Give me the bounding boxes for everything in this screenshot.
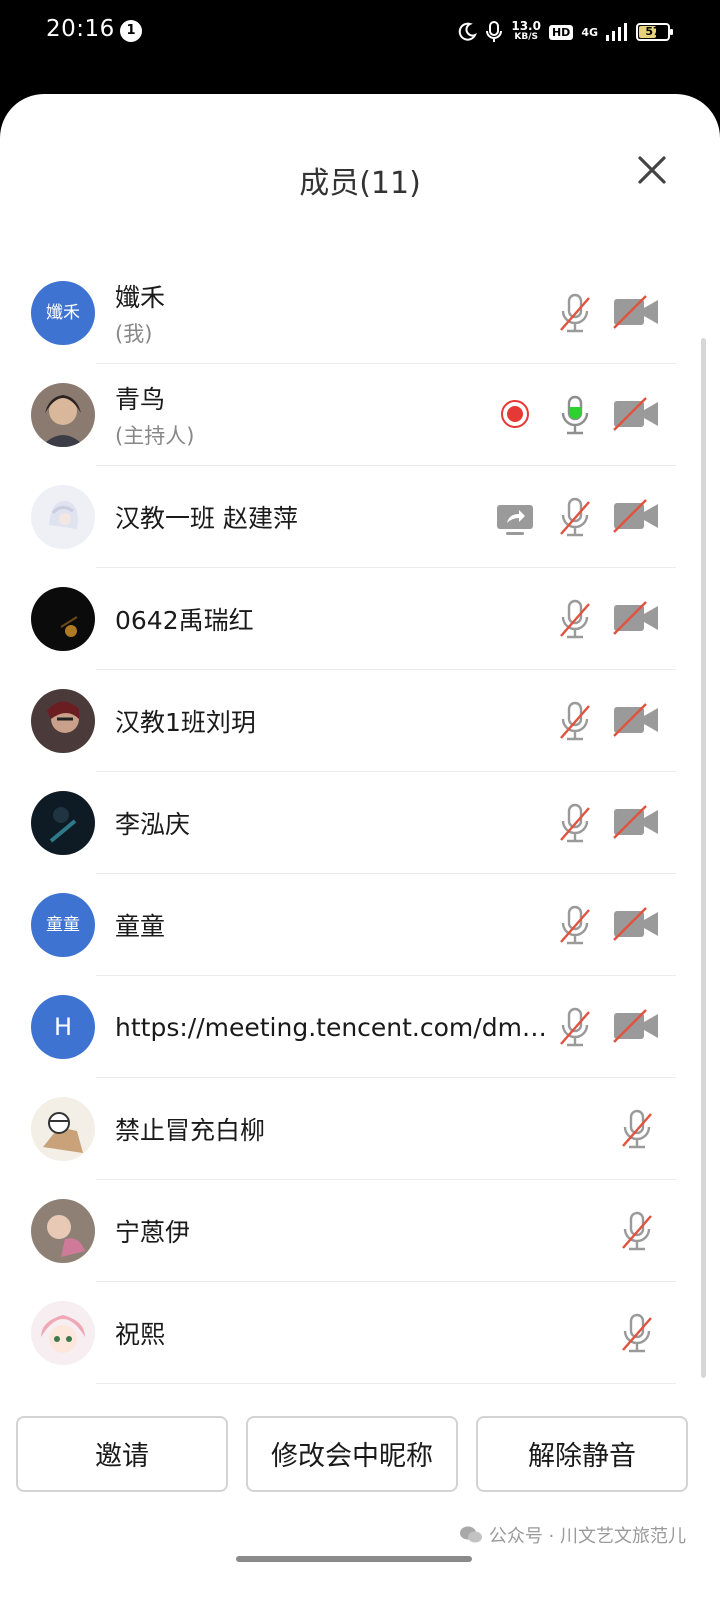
member-row[interactable]: 汉教1班刘玥: [0, 670, 720, 772]
avatar-photo: [31, 689, 95, 753]
avatar: [31, 1199, 95, 1263]
microphone-status-icon: [486, 21, 503, 42]
mic-muted-icon[interactable]: [558, 803, 592, 845]
member-list[interactable]: 孅禾 孅禾 (我) 青鸟 (主持人) 汉教一班 赵建萍 0642禹瑞红 汉教1班…: [0, 262, 720, 1384]
mic-active-icon[interactable]: [558, 395, 592, 437]
camera-off-icon[interactable]: [612, 499, 660, 533]
member-name: 禁止冒充白柳: [115, 1116, 266, 1145]
camera-off-icon[interactable]: [612, 1009, 660, 1043]
avatar: [31, 485, 95, 549]
member-row[interactable]: 李泓庆: [0, 772, 720, 874]
mic-muted-icon[interactable]: [558, 905, 592, 947]
avatar-photo: [31, 587, 95, 651]
avatar: [31, 383, 95, 447]
member-row[interactable]: H https://meeting.tencent.com/dm/...: [0, 976, 720, 1078]
avatar: [31, 587, 95, 651]
camera-off-icon[interactable]: [612, 295, 660, 329]
member-row[interactable]: 宁蒽伊: [0, 1180, 720, 1282]
member-name: 汉教一班 赵建萍: [115, 504, 298, 533]
member-name: 祝熙: [115, 1320, 166, 1349]
avatar: [31, 1301, 95, 1365]
mic-muted-icon[interactable]: [558, 599, 592, 641]
notification-badge: 1: [120, 20, 142, 42]
rename-button[interactable]: 修改会中昵称: [246, 1416, 458, 1492]
watermark: 公众号 · 川文艺文旅范儿: [459, 1522, 686, 1548]
avatar-photo: [31, 791, 95, 855]
members-panel: 成员(11) 孅禾 孅禾 (我) 青鸟 (主持人) 汉教一班 赵建萍 0642禹…: [0, 94, 720, 1600]
watermark-text: 公众号 · 川文艺文旅范儿: [488, 1526, 686, 1547]
member-name: 童童: [115, 912, 166, 941]
member-role: (主持人): [115, 424, 195, 448]
network-type: 4G: [581, 25, 598, 39]
panel-title: 成员(11): [299, 166, 421, 201]
camera-off-icon[interactable]: [612, 907, 660, 941]
status-time: 20:16: [46, 16, 115, 42]
net-speed-value: 13.0: [511, 19, 541, 33]
avatar: 童童: [31, 893, 95, 957]
avatar-photo: [31, 383, 95, 447]
member-row[interactable]: 汉教一班 赵建萍: [0, 466, 720, 568]
member-name: 青鸟: [115, 385, 166, 414]
mic-muted-icon[interactable]: [620, 1211, 654, 1253]
member-row[interactable]: 童童 童童: [0, 874, 720, 976]
member-role: (我): [115, 322, 153, 346]
camera-off-icon[interactable]: [612, 601, 660, 635]
avatar: [31, 791, 95, 855]
avatar-photo: [31, 1301, 95, 1365]
battery-icon: 57: [636, 23, 673, 41]
unmute-button[interactable]: 解除静音: [476, 1416, 688, 1492]
mic-muted-icon[interactable]: [620, 1313, 654, 1355]
avatar-photo: [31, 1097, 95, 1161]
recording-icon: [501, 400, 529, 428]
member-row[interactable]: 禁止冒充白柳: [0, 1078, 720, 1180]
moon-icon: [459, 22, 478, 41]
screen-share-icon: [497, 505, 533, 535]
camera-off-icon[interactable]: [612, 397, 660, 431]
member-name: 宁蒽伊: [115, 1218, 191, 1247]
home-indicator[interactable]: [236, 1556, 472, 1562]
avatar-photo: [31, 1199, 95, 1263]
bottom-action-bar: 邀请 修改会中昵称 解除静音: [0, 1414, 720, 1494]
mic-muted-icon[interactable]: [558, 497, 592, 539]
mic-muted-icon[interactable]: [558, 293, 592, 335]
camera-off-icon[interactable]: [612, 703, 660, 737]
camera-off-icon[interactable]: [612, 805, 660, 839]
hd-badge: HD: [548, 24, 574, 40]
net-speed-unit: KB/S: [514, 32, 538, 42]
member-name: https://meeting.tencent.com/dm/...: [115, 1012, 547, 1042]
wechat-icon: [459, 1526, 482, 1543]
avatar: [31, 1097, 95, 1161]
member-row[interactable]: 祝熙: [0, 1282, 720, 1384]
member-row[interactable]: 青鸟 (主持人): [0, 364, 720, 466]
avatar: [31, 689, 95, 753]
mic-muted-icon[interactable]: [558, 701, 592, 743]
avatar-photo: [31, 485, 95, 549]
status-icons: 13.0 KB/S HD 4G 57: [457, 16, 673, 48]
member-row[interactable]: 0642禹瑞红: [0, 568, 720, 670]
invite-button[interactable]: 邀请: [16, 1416, 228, 1492]
battery-level: 57: [645, 25, 661, 38]
status-bar: 20:16 1 13.0 KB/S HD 4G 57: [0, 0, 720, 64]
member-name: 李泓庆: [115, 810, 191, 839]
network-speed: 13.0 KB/S: [511, 19, 541, 43]
member-row[interactable]: 孅禾 孅禾 (我): [0, 262, 720, 364]
avatar: H: [31, 995, 95, 1059]
mic-muted-icon[interactable]: [620, 1109, 654, 1151]
member-name: 0642禹瑞红: [115, 606, 254, 635]
avatar: 孅禾: [31, 281, 95, 345]
signal-icon: [606, 23, 627, 41]
member-name: 汉教1班刘玥: [115, 708, 256, 737]
member-name: 孅禾: [115, 283, 166, 312]
close-icon[interactable]: [634, 152, 670, 188]
mic-muted-icon[interactable]: [558, 1007, 592, 1049]
